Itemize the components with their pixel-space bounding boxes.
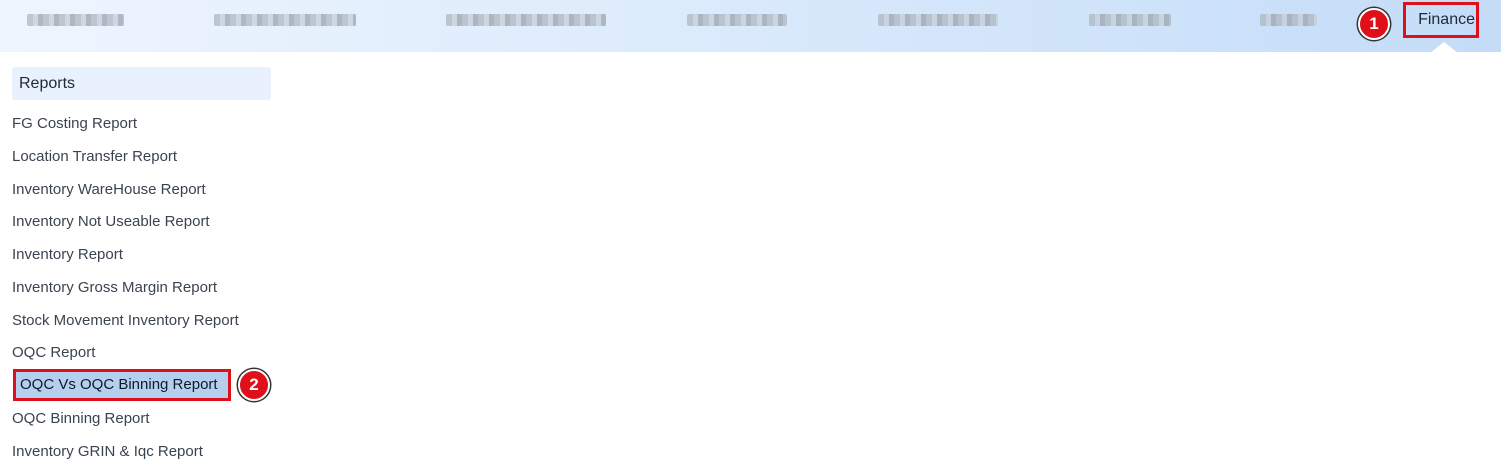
- nav-item-blurred-6[interactable]: [1089, 14, 1171, 26]
- menu-item-inventory-warehouse-report[interactable]: Inventory WareHouse Report: [12, 181, 206, 199]
- top-navigation-bar: 1 Finance: [0, 0, 1501, 53]
- menu-item-oqc-report[interactable]: OQC Report: [12, 344, 95, 362]
- menu-item-oqc-binning-report[interactable]: OQC Binning Report: [12, 410, 150, 428]
- reports-section-header: Reports: [12, 67, 271, 100]
- step-badge-2: 2: [238, 369, 270, 401]
- menu-item-inventory-report[interactable]: Inventory Report: [12, 246, 123, 264]
- nav-item-blurred-2[interactable]: [214, 14, 356, 26]
- menu-item-inventory-gross-margin-report[interactable]: Inventory Gross Margin Report: [12, 279, 217, 297]
- menu-item-fg-costing-report[interactable]: FG Costing Report: [12, 115, 137, 133]
- menu-item-stock-movement-inventory-report[interactable]: Stock Movement Inventory Report: [12, 312, 239, 330]
- nav-item-blurred-7[interactable]: [1260, 14, 1317, 26]
- menu-item-inventory-not-useable-report[interactable]: Inventory Not Useable Report: [12, 213, 210, 231]
- nav-item-blurred-5[interactable]: [878, 14, 998, 26]
- nav-item-blurred-1[interactable]: [27, 14, 124, 26]
- dropdown-caret-icon: [1430, 42, 1458, 53]
- step-badge-1: 1: [1358, 8, 1390, 40]
- nav-item-blurred-3[interactable]: [446, 14, 606, 26]
- nav-item-blurred-4[interactable]: [687, 14, 787, 26]
- nav-item-finance[interactable]: Finance: [1403, 2, 1479, 38]
- menu-item-oqc-vs-oqc-binning-report[interactable]: OQC Vs OQC Binning Report: [13, 369, 231, 401]
- menu-item-location-transfer-report[interactable]: Location Transfer Report: [12, 148, 177, 166]
- menu-item-inventory-grin-iqc-report[interactable]: Inventory GRIN & Iqc Report: [12, 443, 203, 461]
